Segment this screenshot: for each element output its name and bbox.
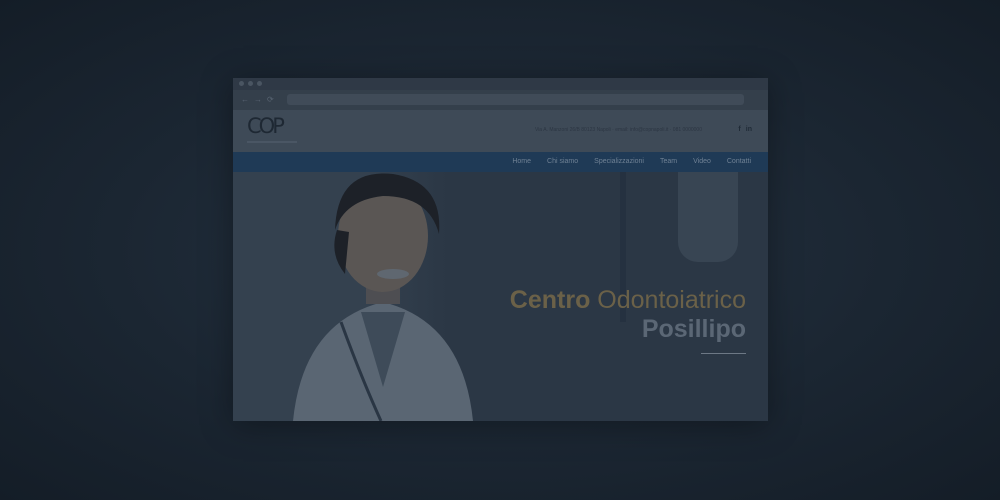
linkedin-icon[interactable]: in bbox=[746, 126, 752, 133]
browser-window: ← → ⟳ COP Via A. Manzoni 26/B 80123 Napo… bbox=[233, 78, 768, 421]
forward-arrow-icon[interactable]: → bbox=[254, 95, 262, 105]
logo-text: COP bbox=[247, 114, 285, 138]
background-light-fixture bbox=[678, 172, 738, 262]
nav-chi-siamo[interactable]: Chi siamo bbox=[547, 158, 578, 165]
site-header: COP Via A. Manzoni 26/B 80123 Napoli · e… bbox=[233, 110, 768, 152]
reload-icon[interactable]: ⟳ bbox=[267, 95, 274, 105]
hero-banner: Centro Odontoiatrico Posillipo bbox=[233, 172, 768, 421]
social-links: f in bbox=[738, 126, 752, 133]
headline-bold: Centro bbox=[509, 286, 591, 314]
nav-home[interactable]: Home bbox=[512, 158, 531, 165]
back-arrow-icon[interactable]: ← bbox=[241, 95, 249, 105]
contact-info: Via A. Manzoni 26/B 80123 Napoli · email… bbox=[534, 127, 702, 133]
nav-contatti[interactable]: Contatti bbox=[727, 158, 751, 165]
maximize-dot-icon[interactable] bbox=[257, 81, 262, 86]
window-controls[interactable] bbox=[239, 81, 262, 86]
headline-light: Odontoiatrico bbox=[597, 286, 746, 314]
nav-specializzazioni[interactable]: Specializzazioni bbox=[594, 158, 644, 165]
browser-toolbar: ← → ⟳ bbox=[233, 90, 768, 110]
headline-line2: Posillipo bbox=[641, 315, 746, 343]
main-nav: Home Chi siamo Specializzazioni Team Vid… bbox=[233, 152, 768, 172]
browser-title-bar bbox=[233, 78, 768, 90]
facebook-icon[interactable]: f bbox=[738, 126, 740, 133]
nav-team[interactable]: Team bbox=[660, 158, 677, 165]
minimize-dot-icon[interactable] bbox=[248, 81, 253, 86]
hero-headline: Centro Odontoiatrico Posillipo bbox=[509, 286, 746, 354]
site-logo[interactable]: COP bbox=[247, 113, 297, 147]
headline-divider bbox=[701, 353, 746, 354]
dentist-photo bbox=[293, 173, 473, 421]
close-dot-icon[interactable] bbox=[239, 81, 244, 86]
nav-video[interactable]: Video bbox=[693, 158, 711, 165]
logo-tagline-bar bbox=[247, 141, 297, 143]
address-bar[interactable] bbox=[287, 94, 744, 105]
